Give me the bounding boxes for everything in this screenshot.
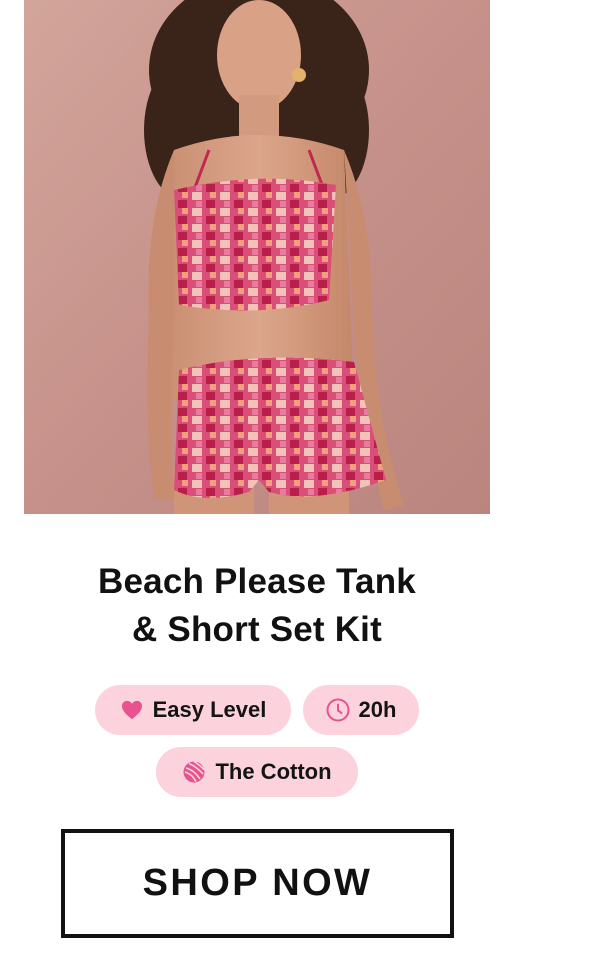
yarn-badge: The Cotton: [156, 747, 358, 797]
product-title-line-2: & Short Set Kit: [132, 610, 382, 649]
difficulty-badge: Easy Level: [95, 685, 291, 735]
heart-icon: [120, 698, 144, 722]
product-card: Beach Please Tank & Short Set Kit Easy L…: [0, 0, 600, 960]
difficulty-label: Easy Level: [152, 697, 267, 722]
time-badge: 20h: [303, 685, 419, 735]
yarn-ball-icon: [182, 760, 206, 784]
product-photo: [24, 0, 490, 514]
product-title[interactable]: Beach Please Tank & Short Set Kit: [24, 558, 490, 654]
product-title-line-1: Beach Please Tank: [98, 562, 416, 601]
product-title-block[interactable]: Beach Please Tank & Short Set Kit: [24, 558, 490, 654]
product-image[interactable]: [24, 0, 490, 514]
shop-now-button[interactable]: SHOP NOW: [61, 829, 454, 938]
yarn-label: The Cotton: [215, 759, 332, 784]
clock-icon: [326, 698, 350, 722]
time-label: 20h: [358, 697, 397, 722]
